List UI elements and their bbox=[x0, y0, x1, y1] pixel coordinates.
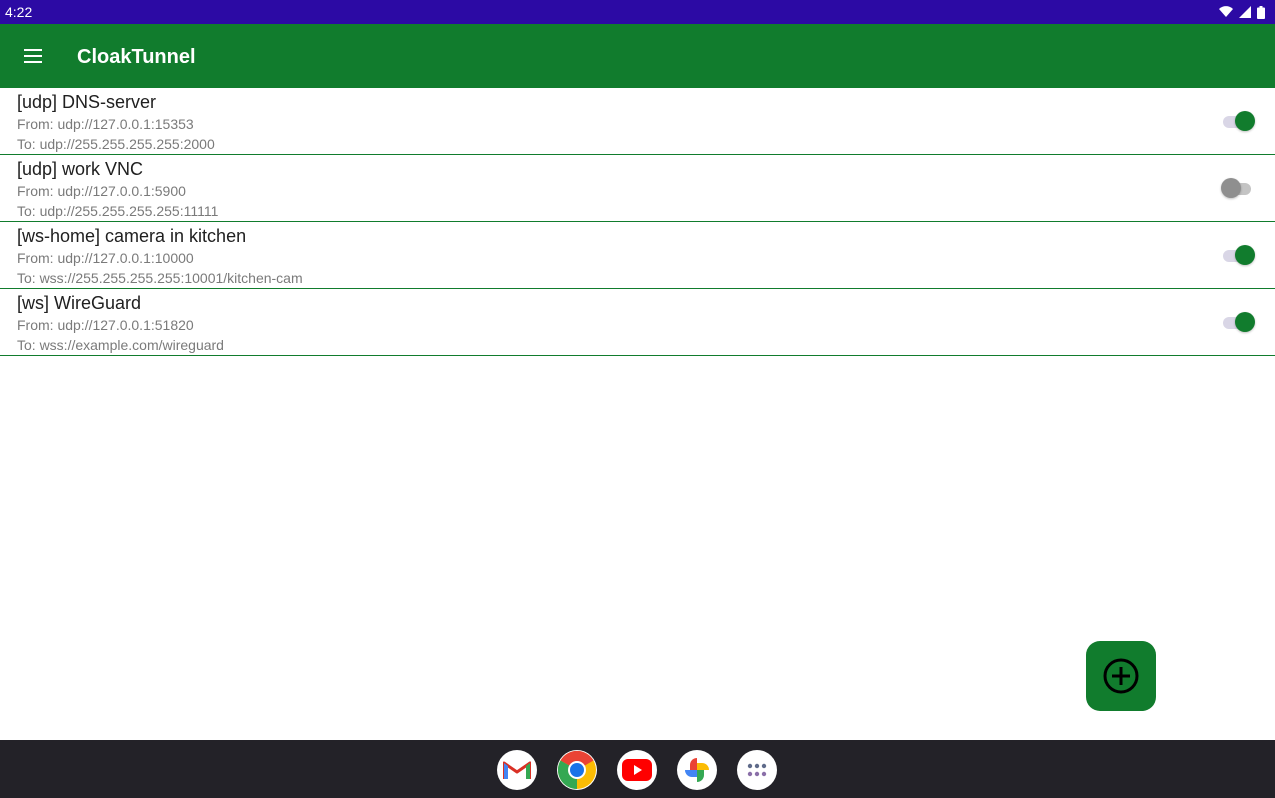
add-circle-icon bbox=[1103, 658, 1139, 694]
dock bbox=[497, 750, 777, 790]
tunnel-from: From: udp://127.0.0.1:51820 bbox=[17, 317, 194, 333]
youtube-icon[interactable] bbox=[617, 750, 657, 790]
status-bar: 4:22 bbox=[0, 0, 1275, 24]
tunnel-to: To: wss://example.com/wireguard bbox=[17, 337, 224, 353]
signal-icon bbox=[1239, 6, 1251, 18]
tunnel-from: From: udp://127.0.0.1:15353 bbox=[17, 116, 194, 132]
tunnel-to: To: wss://255.255.255.255:10001/kitchen-… bbox=[17, 270, 303, 286]
app-title: CloakTunnel bbox=[77, 46, 196, 68]
tunnel-item-camera-in-kitchen[interactable]: [ws-home] camera in kitchen From: udp://… bbox=[0, 222, 1275, 289]
tunnel-title: [ws-home] camera in kitchen bbox=[17, 226, 247, 246]
nav-bar bbox=[0, 740, 1275, 798]
tunnel-from: From: udp://127.0.0.1:10000 bbox=[17, 250, 194, 266]
tunnel-toggle[interactable] bbox=[1221, 110, 1255, 132]
tunnel-list: [udp] DNS-server From: udp://127.0.0.1:1… bbox=[0, 88, 1275, 356]
photos-icon[interactable] bbox=[677, 750, 717, 790]
menu-icon[interactable] bbox=[14, 37, 52, 75]
tunnel-item-wireguard[interactable]: [ws] WireGuard From: udp://127.0.0.1:518… bbox=[0, 289, 1275, 356]
tunnel-item-dns-server[interactable]: [udp] DNS-server From: udp://127.0.0.1:1… bbox=[0, 88, 1275, 155]
tunnel-item-work-vnc[interactable]: [udp] work VNC From: udp://127.0.0.1:590… bbox=[0, 155, 1275, 222]
tunnel-toggle[interactable] bbox=[1221, 244, 1255, 266]
tunnel-title: [udp] work VNC bbox=[17, 159, 144, 179]
tunnel-to: To: udp://255.255.255.255:2000 bbox=[17, 136, 215, 152]
wifi-icon bbox=[1219, 6, 1233, 18]
app-drawer-icon[interactable] bbox=[737, 750, 777, 790]
tunnel-title: [udp] DNS-server bbox=[17, 92, 157, 112]
tunnel-toggle[interactable] bbox=[1221, 311, 1255, 333]
tunnel-toggle[interactable] bbox=[1221, 177, 1255, 199]
app-bar: CloakTunnel bbox=[0, 24, 1275, 88]
tunnel-title: [ws] WireGuard bbox=[17, 293, 142, 313]
status-icons bbox=[1219, 5, 1265, 19]
add-tunnel-button[interactable] bbox=[1086, 641, 1156, 711]
battery-icon bbox=[1257, 5, 1265, 19]
chrome-icon[interactable] bbox=[557, 750, 597, 790]
status-time: 4:22 bbox=[5, 4, 33, 20]
tunnel-from: From: udp://127.0.0.1:5900 bbox=[17, 183, 186, 199]
tunnel-to: To: udp://255.255.255.255:11111 bbox=[17, 203, 219, 219]
gmail-icon[interactable] bbox=[497, 750, 537, 790]
